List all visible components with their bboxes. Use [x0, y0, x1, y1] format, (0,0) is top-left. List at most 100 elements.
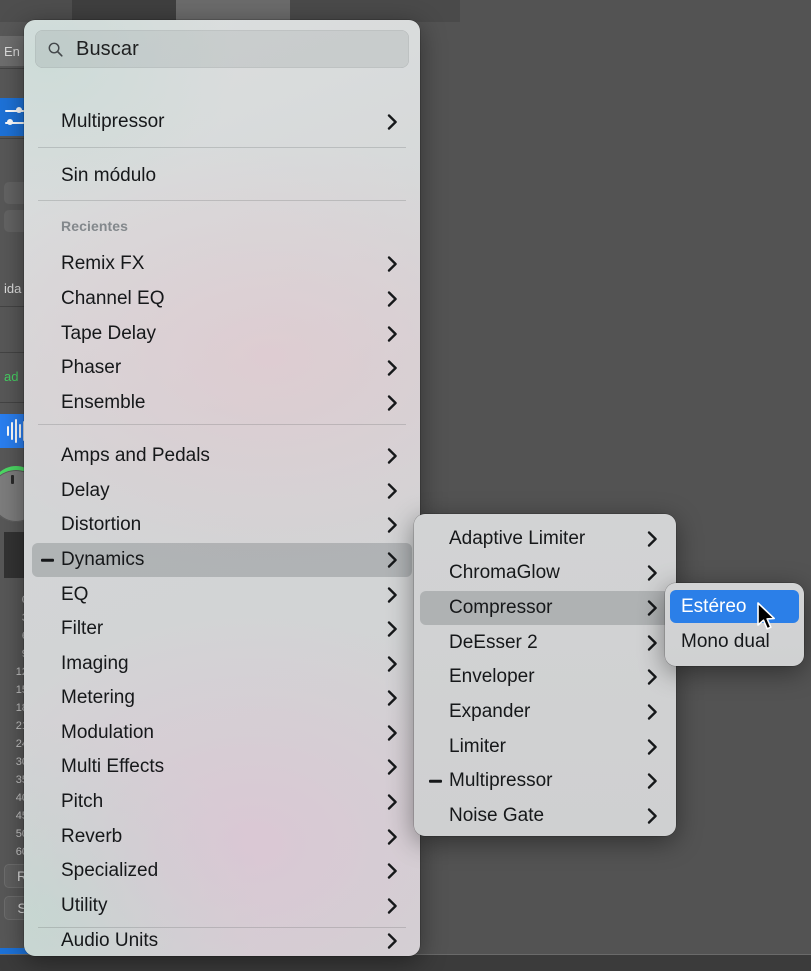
- menu-item-label: Phaser: [61, 357, 121, 379]
- chevron-right-icon: [387, 326, 398, 343]
- toolbar-segment-1[interactable]: [0, 0, 73, 22]
- toolbar-segment-3[interactable]: [176, 0, 291, 22]
- chevron-right-icon: [387, 794, 398, 811]
- menu-item-label: Enveloper: [449, 666, 535, 688]
- chevron-right-icon: [647, 704, 658, 721]
- plugin-popup-menu: Buscar Multipressor Sin módulo Recientes…: [24, 20, 420, 956]
- chevron-right-icon: [387, 656, 398, 673]
- checkmark-dash-icon: [429, 780, 442, 783]
- menu-item-dynamics[interactable]: Dynamics: [32, 543, 412, 577]
- menu-item-label: Sin módulo: [61, 165, 156, 187]
- menu-item-label: Delay: [61, 480, 110, 502]
- toolbar-segment-2[interactable]: [72, 0, 177, 22]
- menu-item-label: Audio Units: [61, 930, 158, 952]
- menu-item-label: Pitch: [61, 791, 103, 813]
- chevron-right-icon: [387, 448, 398, 465]
- chevron-right-icon: [387, 360, 398, 377]
- menu-item-audio-units[interactable]: Audio Units: [32, 924, 412, 956]
- menu-item-label: Amps and Pedals: [61, 445, 210, 467]
- menu-item-channel-eq[interactable]: Channel EQ: [32, 282, 412, 316]
- submenu-item-deesser-2[interactable]: DeEsser 2: [420, 626, 670, 660]
- chevron-right-icon: [387, 552, 398, 569]
- menu-separator: [38, 424, 406, 425]
- menu-item-reverb[interactable]: Reverb: [32, 820, 412, 854]
- menu-item-ensemble[interactable]: Ensemble: [32, 386, 412, 420]
- menu-item-remix-fx[interactable]: Remix FX: [32, 247, 412, 281]
- chevron-right-icon: [647, 773, 658, 790]
- menu-item-label: Remix FX: [61, 253, 144, 275]
- menu-item-label: Estéreo: [681, 596, 746, 618]
- menu-separator: [38, 200, 406, 201]
- menu-item-label: Compressor: [449, 597, 552, 619]
- menu-item-multi-effects[interactable]: Multi Effects: [32, 750, 412, 784]
- submenu-item-compressor[interactable]: Compressor: [420, 591, 670, 625]
- menu-item-label: DeEsser 2: [449, 632, 538, 654]
- submenu-item-adaptive-limiter[interactable]: Adaptive Limiter: [420, 522, 670, 556]
- menu-item-modulation[interactable]: Modulation: [32, 716, 412, 750]
- menu-item-tape-delay[interactable]: Tape Delay: [32, 317, 412, 351]
- submenu-item-limiter[interactable]: Limiter: [420, 730, 670, 764]
- checkmark-dash-icon: [41, 559, 54, 562]
- chevron-right-icon: [387, 690, 398, 707]
- chevron-right-icon: [387, 291, 398, 308]
- menu-item-label: EQ: [61, 584, 88, 606]
- menu-item-label: Ensemble: [61, 392, 146, 414]
- menu-item-distortion[interactable]: Distortion: [32, 508, 412, 542]
- toolbar-segment-5: [460, 0, 811, 22]
- menu-item-metering[interactable]: Metering: [32, 681, 412, 715]
- chevron-right-icon: [387, 517, 398, 534]
- chevron-right-icon: [387, 933, 398, 950]
- menu-item-label: Multipressor: [449, 770, 552, 792]
- automation-mode-label: ad: [4, 369, 18, 384]
- channel-strip-output-label: ida: [4, 281, 21, 296]
- menu-item-label: Distortion: [61, 514, 141, 536]
- submenu-item-multipressor[interactable]: Multipressor: [420, 764, 670, 798]
- menu-item-label: ChromaGlow: [449, 562, 560, 584]
- menu-item-label: Limiter: [449, 736, 506, 758]
- menu-item-current-plugin[interactable]: Multipressor: [32, 105, 412, 139]
- menu-item-amps-and-pedals[interactable]: Amps and Pedals: [32, 439, 412, 473]
- menu-item-delay[interactable]: Delay: [32, 474, 412, 508]
- menu-item-no-plugin[interactable]: Sin módulo: [32, 159, 412, 193]
- menu-item-label: Multipressor: [61, 111, 164, 133]
- chevron-right-icon: [387, 863, 398, 880]
- chevron-right-icon: [647, 565, 658, 582]
- chevron-right-icon: [647, 600, 658, 617]
- toolbar-segment-4[interactable]: [290, 0, 461, 22]
- chevron-right-icon: [387, 114, 398, 131]
- chevron-right-icon: [387, 587, 398, 604]
- submenu-item-estereo[interactable]: Estéreo: [670, 590, 799, 623]
- menu-item-label: Tape Delay: [61, 323, 156, 345]
- menu-item-filter[interactable]: Filter: [32, 612, 412, 646]
- menu-item-phaser[interactable]: Phaser: [32, 351, 412, 385]
- submenu-item-noise-gate[interactable]: Noise Gate: [420, 799, 670, 833]
- dynamics-submenu: Adaptive Limiter ChromaGlow Compressor D…: [414, 514, 676, 836]
- chevron-right-icon: [647, 531, 658, 548]
- menu-item-specialized[interactable]: Specialized: [32, 854, 412, 888]
- menu-item-label: Dynamics: [61, 549, 144, 571]
- chevron-right-icon: [647, 669, 658, 686]
- submenu-item-expander[interactable]: Expander: [420, 695, 670, 729]
- submenu-item-enveloper[interactable]: Enveloper: [420, 660, 670, 694]
- chevron-right-icon: [387, 725, 398, 742]
- chevron-right-icon: [387, 829, 398, 846]
- bottom-bar: [0, 955, 811, 971]
- menu-item-label: Metering: [61, 687, 135, 709]
- submenu-item-chromaglow[interactable]: ChromaGlow: [420, 556, 670, 590]
- search-input[interactable]: Buscar: [76, 38, 139, 61]
- menu-item-pitch[interactable]: Pitch: [32, 785, 412, 819]
- chevron-right-icon: [387, 395, 398, 412]
- menu-item-eq[interactable]: EQ: [32, 578, 412, 612]
- menu-item-label: Modulation: [61, 722, 154, 744]
- channel-strip-input-label: En: [4, 44, 20, 59]
- menu-item-imaging[interactable]: Imaging: [32, 647, 412, 681]
- screen: En ida ad 0 3 6 9: [0, 0, 811, 971]
- chevron-right-icon: [387, 621, 398, 638]
- submenu-item-mono-dual[interactable]: Mono dual: [670, 625, 799, 658]
- menu-section-header-recents: Recientes: [61, 218, 128, 234]
- chevron-right-icon: [387, 898, 398, 915]
- search-field[interactable]: Buscar: [35, 30, 409, 68]
- menu-item-label: Utility: [61, 895, 107, 917]
- menu-item-utility[interactable]: Utility: [32, 889, 412, 923]
- menu-item-label: Noise Gate: [449, 805, 544, 827]
